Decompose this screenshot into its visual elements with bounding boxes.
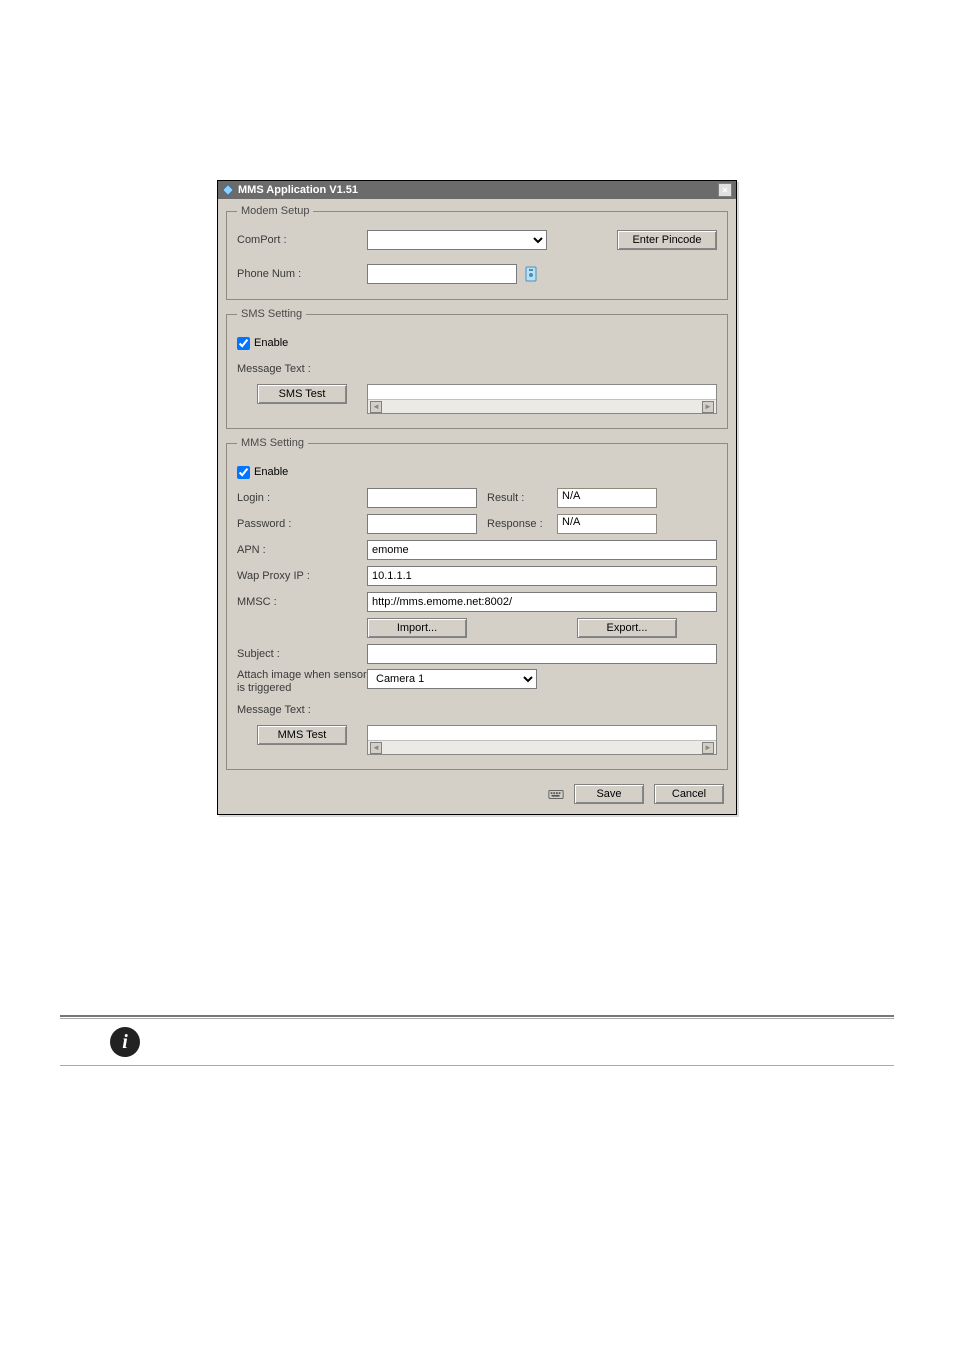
mms-message-text-input[interactable]: ◄ ► — [367, 725, 717, 755]
sms-message-text-label: Message Text : — [237, 363, 367, 375]
save-button[interactable]: Save — [574, 784, 644, 804]
mmsc-input[interactable] — [367, 592, 717, 612]
mms-setting-group: MMS Setting Enable Login : Result : N/A — [226, 437, 728, 770]
result-label: Result : — [487, 492, 547, 504]
phone-num-label: Phone Num : — [237, 268, 367, 280]
login-label: Login : — [237, 492, 367, 504]
mms-enable-input[interactable] — [237, 466, 250, 479]
cancel-button[interactable]: Cancel — [654, 784, 724, 804]
scroll-left-icon[interactable]: ◄ — [370, 401, 382, 413]
close-button[interactable]: × — [718, 183, 732, 197]
dialog-body: Modem Setup ComPort : Enter Pincode Phon… — [218, 199, 736, 814]
app-icon — [222, 184, 234, 196]
mmsc-label: MMSC : — [237, 596, 367, 608]
apn-input[interactable] — [367, 540, 717, 560]
sms-message-text-input[interactable]: ◄ ► — [367, 384, 717, 414]
scroll-left-icon[interactable]: ◄ — [370, 742, 382, 754]
wap-proxy-input[interactable] — [367, 566, 717, 586]
attach-image-label: Attach image when sensor is triggered — [237, 669, 367, 695]
dialog-footer: Save Cancel — [226, 778, 728, 804]
phonebook-icon[interactable] — [523, 266, 539, 282]
mms-enable-checkbox[interactable]: Enable — [237, 466, 288, 479]
response-label: Response : — [487, 518, 547, 530]
dialog-title: MMS Application V1.51 — [238, 184, 718, 196]
note-separator-top — [60, 1015, 894, 1019]
keyboard-icon[interactable] — [548, 786, 564, 802]
export-button[interactable]: Export... — [577, 618, 677, 638]
attach-camera-select[interactable]: Camera 1 — [367, 669, 537, 689]
result-value: N/A — [557, 488, 657, 508]
mms-application-dialog: MMS Application V1.51 × Modem Setup ComP… — [217, 180, 737, 815]
phone-num-input[interactable] — [367, 264, 517, 284]
modem-setup-group: Modem Setup ComPort : Enter Pincode Phon… — [226, 205, 728, 300]
scroll-right-icon[interactable]: ► — [702, 742, 714, 754]
wap-proxy-label: Wap Proxy IP : — [237, 570, 367, 582]
scroll-right-icon[interactable]: ► — [702, 401, 714, 413]
sms-setting-group: SMS Setting Enable Message Text : SMS Te… — [226, 308, 728, 429]
info-icon: i — [110, 1027, 140, 1057]
response-value: N/A — [557, 514, 657, 534]
sms-enable-label: Enable — [254, 337, 288, 349]
note-separator-bottom — [60, 1065, 894, 1066]
sms-enable-input[interactable] — [237, 337, 250, 350]
mms-enable-label: Enable — [254, 466, 288, 478]
sms-setting-legend: SMS Setting — [237, 308, 306, 320]
subject-label: Subject : — [237, 648, 367, 660]
mms-message-text-label: Message Text : — [237, 704, 367, 716]
comport-label: ComPort : — [237, 234, 367, 246]
sms-enable-checkbox[interactable]: Enable — [237, 337, 288, 350]
password-label: Password : — [237, 518, 367, 530]
titlebar: MMS Application V1.51 × — [218, 181, 736, 199]
comport-select[interactable] — [367, 230, 547, 250]
mms-setting-legend: MMS Setting — [237, 437, 308, 449]
password-input[interactable] — [367, 514, 477, 534]
modem-setup-legend: Modem Setup — [237, 205, 313, 217]
note-row: i — [60, 1027, 894, 1057]
import-button[interactable]: Import... — [367, 618, 467, 638]
sms-test-button[interactable]: SMS Test — [257, 384, 347, 404]
login-input[interactable] — [367, 488, 477, 508]
enter-pincode-button[interactable]: Enter Pincode — [617, 230, 717, 250]
subject-input[interactable] — [367, 644, 717, 664]
apn-label: APN : — [237, 544, 367, 556]
mms-test-button[interactable]: MMS Test — [257, 725, 347, 745]
